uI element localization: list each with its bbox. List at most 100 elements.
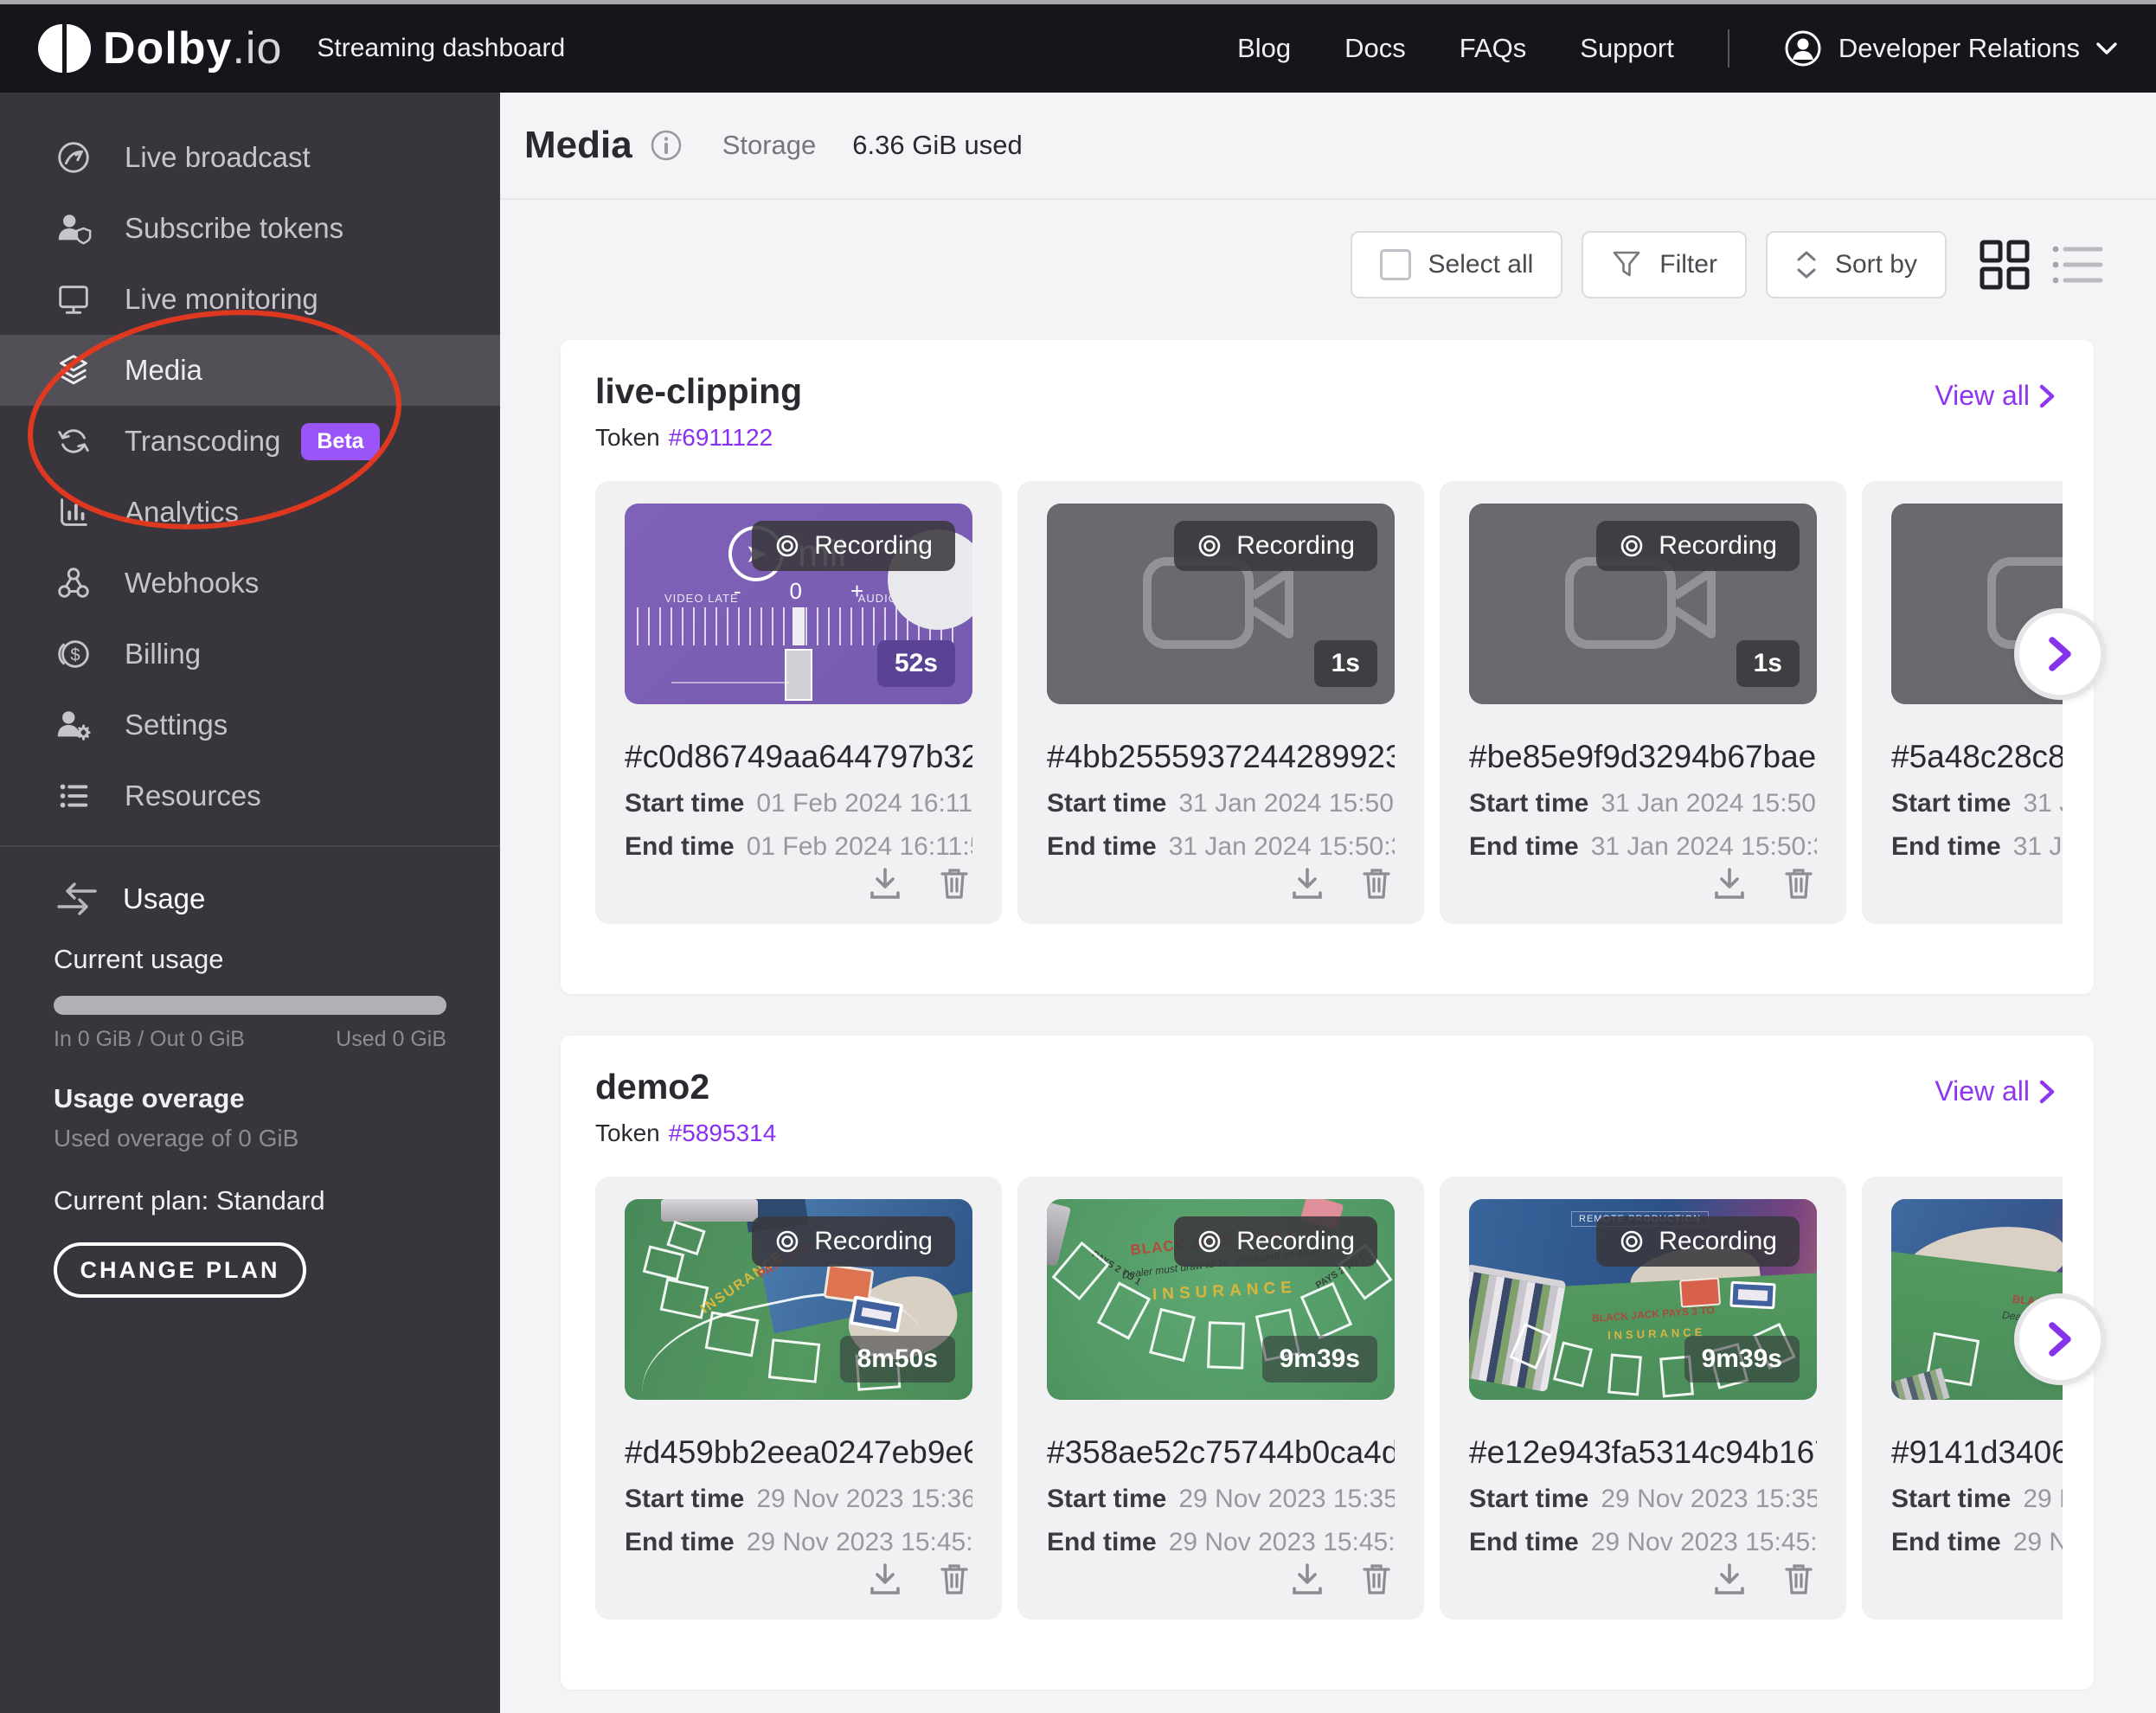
duration-badge: 8m50s xyxy=(840,1336,955,1383)
media-card[interactable]: ➤ mil -0+ VIDEO LATE AUDIO LATE xyxy=(595,481,1002,924)
download-icon[interactable] xyxy=(1287,1559,1327,1599)
download-icon[interactable] xyxy=(865,863,905,903)
account-menu[interactable]: Developer Relations xyxy=(1783,29,2118,68)
sidebar-item-settings[interactable]: Settings xyxy=(0,690,500,760)
delete-icon[interactable] xyxy=(1779,1559,1819,1599)
nav-link-faqs[interactable]: FAQs xyxy=(1460,33,1527,64)
recording-badge: Recording xyxy=(752,1216,955,1267)
chevron-right-icon xyxy=(2038,384,2056,408)
usage-progress-bar xyxy=(54,996,446,1015)
media-card[interactable]: BLACK JACK PAYS 3 TO Dealer must draw to… xyxy=(1017,1177,1424,1620)
subscribe-tokens-icon xyxy=(54,209,93,248)
view-all-link[interactable]: View all xyxy=(1935,380,2056,412)
start-time-value: 01 Feb 2024 16:11:05 xyxy=(756,789,972,818)
token-link[interactable]: #6911122 xyxy=(669,424,773,451)
select-all-checkbox[interactable] xyxy=(1380,249,1411,280)
resources-list-icon xyxy=(54,776,93,816)
usage-in-out: In 0 GiB / Out 0 GiB xyxy=(54,1027,245,1052)
sidebar-item-subscribe-tokens[interactable]: Subscribe tokens xyxy=(0,193,500,264)
sidebar-item-analytics[interactable]: Analytics xyxy=(0,477,500,548)
end-time-value: 31 Jan 20 xyxy=(2013,832,2063,861)
media-card[interactable]: Recording 1s #be85e9f9d3294b67bae445... … xyxy=(1440,481,1846,924)
token-label: Token xyxy=(595,1120,660,1146)
logo-bold: Dolby xyxy=(103,23,232,74)
info-icon[interactable] xyxy=(650,129,683,162)
recording-id[interactable]: #c0d86749aa644797b3296b... xyxy=(625,739,972,775)
dolby-logo[interactable]: Dolby.io xyxy=(38,22,282,74)
record-icon xyxy=(1197,533,1222,559)
recording-thumbnail[interactable]: Recording 1s xyxy=(1047,504,1395,704)
change-plan-button[interactable]: CHANGE PLAN xyxy=(54,1242,306,1298)
grid-view-icon[interactable] xyxy=(1978,238,2031,292)
media-card[interactable]: Recording 1s #4bb25559372442899232d... S… xyxy=(1017,481,1424,924)
end-time-label: End time xyxy=(625,832,735,861)
recording-thumbnail[interactable]: BLACK JACK PAYS 3 TO Dealer must draw to… xyxy=(1047,1199,1395,1400)
select-all-label: Select all xyxy=(1428,250,1534,279)
sidebar-item-live-monitoring[interactable]: Live monitoring xyxy=(0,264,500,335)
end-time-label: End time xyxy=(1047,1528,1157,1556)
broadcast-icon xyxy=(54,138,93,177)
download-icon[interactable] xyxy=(865,1559,905,1599)
sidebar-item-resources[interactable]: Resources xyxy=(0,760,500,831)
download-icon[interactable] xyxy=(1710,863,1749,903)
sidebar-item-transcoding[interactable]: Transcoding Beta xyxy=(0,406,500,477)
photo-card-deck-red xyxy=(1679,1277,1721,1307)
billing-coin-icon: $ xyxy=(54,634,93,674)
delete-icon[interactable] xyxy=(1357,1559,1396,1599)
download-icon[interactable] xyxy=(1710,1559,1749,1599)
recording-id[interactable]: #e12e943fa5314c94b167bd... xyxy=(1469,1434,1817,1471)
record-icon xyxy=(1197,1229,1222,1254)
section-live-clipping: live-clipping Token#6911122 View all xyxy=(561,340,2094,994)
recording-thumbnail[interactable]: Recording 1s xyxy=(1469,504,1817,704)
delete-icon[interactable] xyxy=(934,863,974,903)
storage-value: 6.36 GiB used xyxy=(852,130,1022,161)
recording-thumbnail[interactable]: REMOTE PRODUCTION BLACK JACK PAYS 3 TO I… xyxy=(1469,1199,1817,1400)
recording-id[interactable]: #be85e9f9d3294b67bae445... xyxy=(1469,739,1817,775)
section-title: demo2 xyxy=(595,1067,776,1107)
usage-panel: Usage Current usage In 0 GiB / Out 0 GiB… xyxy=(0,847,500,1298)
sidebar-item-live-broadcast[interactable]: Live broadcast xyxy=(0,122,500,193)
media-card[interactable]: INSURANCE PAYS 3 TO Recording 8m50s #d45… xyxy=(595,1177,1002,1620)
webhooks-icon xyxy=(54,563,93,603)
record-icon xyxy=(774,533,800,559)
sidebar-item-billing[interactable]: $ Billing xyxy=(0,619,500,690)
recording-badge: Recording xyxy=(1174,521,1377,571)
carousel-next-button[interactable] xyxy=(2014,1293,2106,1385)
recording-id[interactable]: #9141d340670 xyxy=(1891,1434,2063,1471)
filter-button[interactable]: Filter xyxy=(1582,231,1747,298)
media-card[interactable]: #5a48c28c8368 Start time31 Jan 2 End tim… xyxy=(1862,481,2063,924)
view-all-link[interactable]: View all xyxy=(1935,1075,2056,1107)
recording-id[interactable]: #d459bb2eea0247eb9e613a... xyxy=(625,1434,972,1471)
filter-funnel-icon xyxy=(1611,250,1642,279)
carousel-next-button[interactable] xyxy=(2014,608,2106,700)
recording-id[interactable]: #5a48c28c8368 xyxy=(1891,739,2063,775)
cards-carousel: ➤ mil -0+ VIDEO LATE AUDIO LATE xyxy=(595,481,2063,924)
transcoding-refresh-icon xyxy=(54,421,93,461)
nav-link-support[interactable]: Support xyxy=(1580,33,1674,64)
record-icon xyxy=(774,1229,800,1254)
chevron-down-icon xyxy=(2095,42,2118,55)
select-all-button[interactable]: Select all xyxy=(1351,231,1563,298)
nav-link-docs[interactable]: Docs xyxy=(1344,33,1406,64)
recording-id[interactable]: #4bb25559372442899232d... xyxy=(1047,739,1395,775)
end-time-label: End time xyxy=(1891,1528,2001,1556)
delete-icon[interactable] xyxy=(934,1559,974,1599)
sidebar-nav: Live broadcast Subscribe tokens Live mon… xyxy=(0,93,500,831)
nav-link-blog[interactable]: Blog xyxy=(1237,33,1291,64)
download-icon[interactable] xyxy=(1287,863,1327,903)
media-card[interactable]: REMOTE PRODUCTION BLACK JACK PAYS 3 TO I… xyxy=(1440,1177,1846,1620)
recording-thumbnail[interactable]: INSURANCE PAYS 3 TO Recording 8m50s xyxy=(625,1199,972,1400)
delete-icon[interactable] xyxy=(1357,863,1396,903)
recording-id[interactable]: #358ae52c75744b0ca4d4ec... xyxy=(1047,1434,1395,1471)
sort-by-button[interactable]: Sort by xyxy=(1766,231,1947,298)
delete-icon[interactable] xyxy=(1779,863,1819,903)
sidebar-item-webhooks[interactable]: Webhooks xyxy=(0,548,500,619)
recording-thumbnail[interactable]: ➤ mil -0+ VIDEO LATE AUDIO LATE xyxy=(625,504,972,704)
media-card[interactable]: BLACK Dealer mu #9141d340670 Start time2… xyxy=(1862,1177,2063,1620)
avatar-icon xyxy=(1783,29,1823,68)
view-all-label: View all xyxy=(1935,1075,2030,1107)
list-view-icon[interactable] xyxy=(2050,241,2104,288)
sidebar-item-media[interactable]: Media xyxy=(0,335,500,406)
token-link[interactable]: #5895314 xyxy=(669,1120,777,1146)
start-time-value: 31 Jan 2 xyxy=(2023,789,2063,818)
